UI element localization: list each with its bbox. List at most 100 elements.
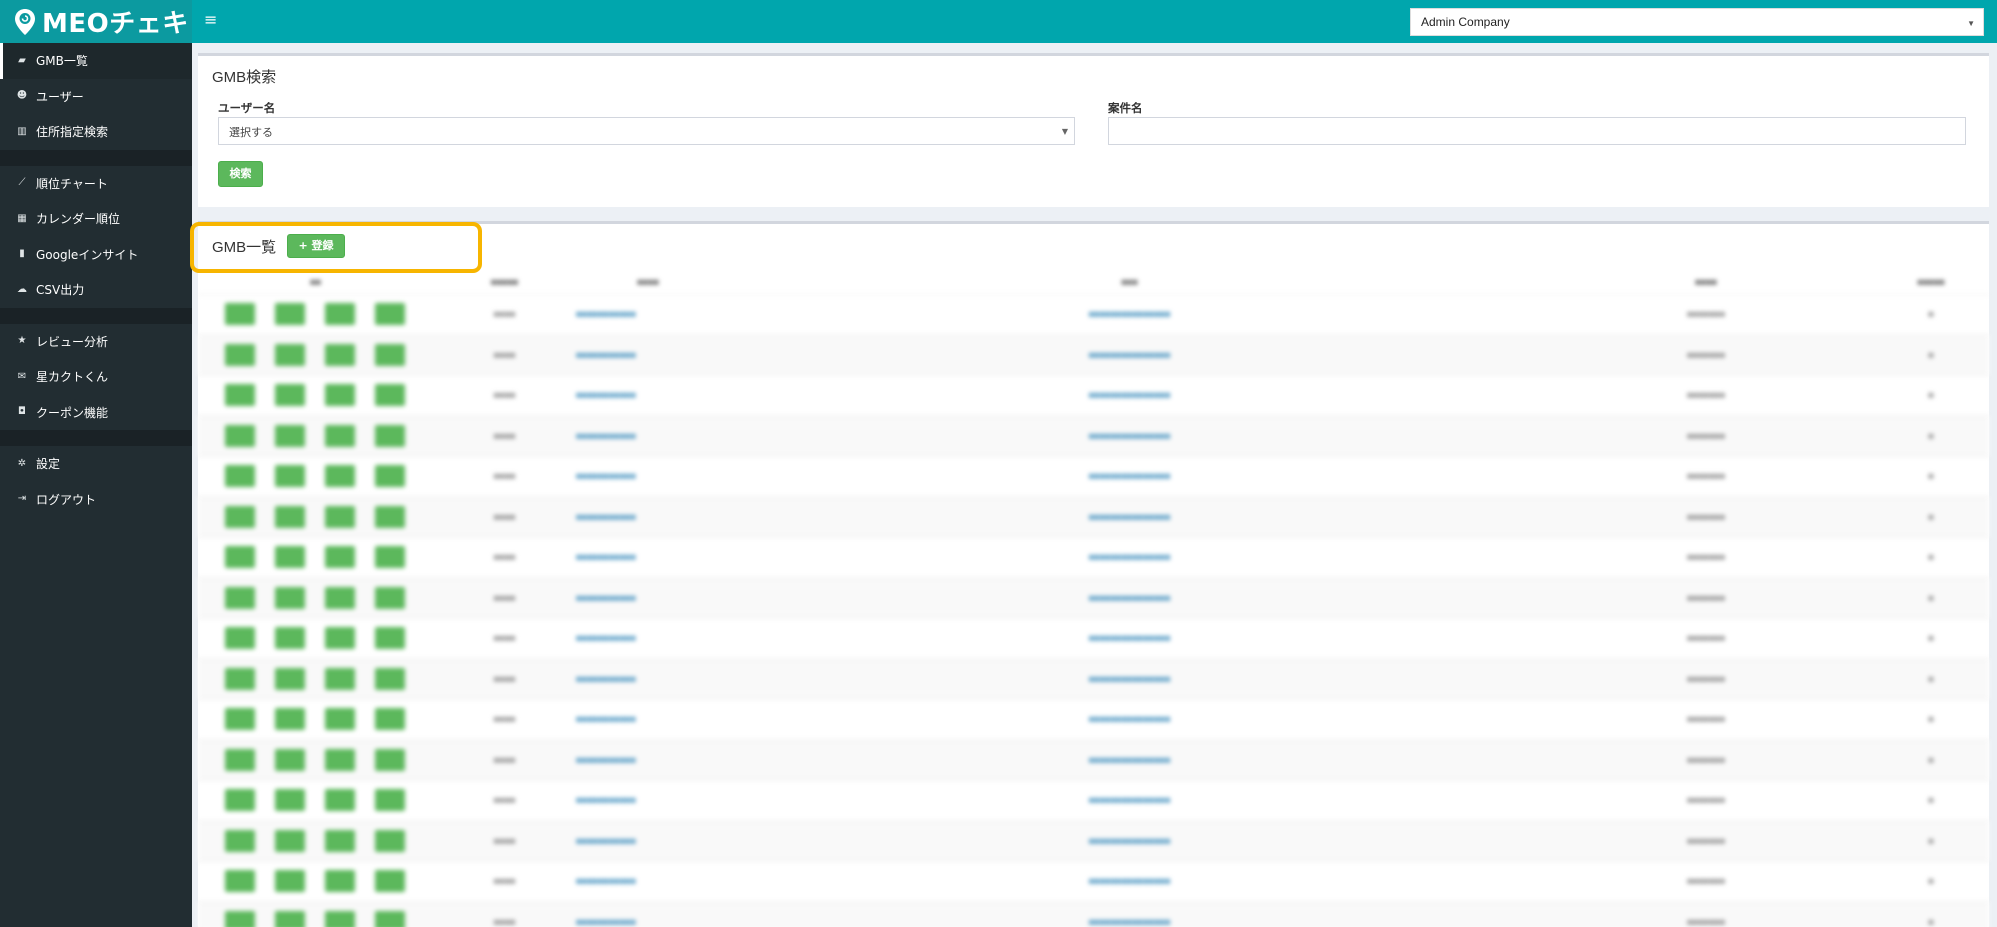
row-action-button[interactable]	[375, 465, 405, 488]
sidebar-item[interactable]: ☻ ユーザー	[0, 79, 192, 115]
row-action-button[interactable]	[225, 829, 255, 852]
row-action-button[interactable]	[375, 384, 405, 407]
row-action-button[interactable]	[225, 870, 255, 893]
table-header-row: ■■ ■■■■■ ■■■■ ■■■ ■■■■ ■■■■■	[198, 270, 1989, 295]
row-action-button[interactable]	[325, 546, 355, 569]
row-action-button[interactable]	[225, 789, 255, 812]
row-action-button[interactable]	[275, 303, 305, 326]
table-row[interactable]: ■■■■ ■■■■■■■■■■■ ■■■■■■■■■■■■■■■ ■■■■■■■ ■	[198, 698, 1989, 740]
row-action-button[interactable]	[225, 708, 255, 731]
row-action-button[interactable]	[325, 505, 355, 528]
sidebar-item[interactable]: ☁ CSV出力	[0, 272, 192, 308]
table-row[interactable]: ■■■■ ■■■■■■■■■■■ ■■■■■■■■■■■■■■■ ■■■■■■■ ■	[198, 536, 1989, 578]
sidebar-item[interactable]: ▥ 住所指定検索	[0, 114, 192, 150]
row-action-button[interactable]	[375, 870, 405, 893]
row-action-button[interactable]	[325, 627, 355, 650]
row-action-button[interactable]	[225, 384, 255, 407]
sidebar-toggle-icon[interactable]: ≡	[204, 12, 220, 28]
row-action-button[interactable]	[325, 343, 355, 366]
row-action-button[interactable]	[225, 343, 255, 366]
row-action-button[interactable]	[325, 465, 355, 488]
row-action-button[interactable]	[325, 586, 355, 609]
row-action-button[interactable]	[325, 911, 355, 927]
table-row[interactable]: ■■■■ ■■■■■■■■■■■ ■■■■■■■■■■■■■■■ ■■■■■■■ ■	[198, 496, 1989, 537]
table-row[interactable]: ■■■■ ■■■■■■■■■■■ ■■■■■■■■■■■■■■■ ■■■■■■■ ■	[198, 901, 1989, 927]
row-action-button[interactable]	[275, 911, 305, 927]
table-row[interactable]: ■■■■ ■■■■■■■■■■■ ■■■■■■■■■■■■■■■ ■■■■■■■ ■	[198, 374, 1989, 416]
row-action-button[interactable]	[275, 465, 305, 488]
row-action-button[interactable]	[275, 384, 305, 407]
sidebar-item[interactable]: ⇥ ログアウト	[0, 482, 192, 518]
sidebar-item[interactable]: ✲ 設定	[0, 446, 192, 482]
row-action-button[interactable]	[325, 789, 355, 812]
row-action-button[interactable]	[325, 384, 355, 407]
app-logo[interactable]: MEOチェキ	[0, 0, 192, 43]
row-action-button[interactable]	[325, 708, 355, 731]
row-action-button[interactable]	[325, 748, 355, 771]
row-action-button[interactable]	[375, 789, 405, 812]
table-row[interactable]: ■■■■ ■■■■■■■■■■■ ■■■■■■■■■■■■■■■ ■■■■■■■ ■	[198, 415, 1989, 456]
row-action-button[interactable]	[275, 505, 305, 528]
table-row[interactable]: ■■■■ ■■■■■■■■■■■ ■■■■■■■■■■■■■■■ ■■■■■■■ ■	[198, 739, 1989, 780]
row-action-button[interactable]	[325, 303, 355, 326]
row-action-button[interactable]	[325, 424, 355, 447]
sidebar-item[interactable]: ▮ Googleインサイト	[0, 237, 192, 273]
row-action-button[interactable]	[375, 343, 405, 366]
row-action-button[interactable]	[225, 465, 255, 488]
row-action-button[interactable]	[375, 627, 405, 650]
row-action-button[interactable]	[275, 708, 305, 731]
company-select[interactable]: Admin Company ▼	[1410, 8, 1984, 36]
row-action-button[interactable]	[225, 627, 255, 650]
row-action-button[interactable]	[225, 748, 255, 771]
table-row[interactable]: ■■■■ ■■■■■■■■■■■ ■■■■■■■■■■■■■■■ ■■■■■■■ ■	[198, 860, 1989, 902]
row-action-button[interactable]	[225, 667, 255, 690]
table-row[interactable]: ■■■■ ■■■■■■■■■■■ ■■■■■■■■■■■■■■■ ■■■■■■■ ■	[198, 577, 1989, 618]
sidebar-item[interactable]: ⟋ 順位チャート	[0, 166, 192, 202]
row-action-button[interactable]	[225, 303, 255, 326]
row-action-button[interactable]	[275, 627, 305, 650]
table-row[interactable]: ■■■■ ■■■■■■■■■■■ ■■■■■■■■■■■■■■■ ■■■■■■■ ■	[198, 820, 1989, 861]
row-action-button[interactable]	[325, 667, 355, 690]
row-action-button[interactable]	[375, 829, 405, 852]
row-action-button[interactable]	[225, 546, 255, 569]
user-name-select[interactable]: 選択する ▼	[218, 117, 1075, 145]
row-action-button[interactable]	[275, 343, 305, 366]
row-action-button[interactable]	[225, 505, 255, 528]
row-action-button[interactable]	[375, 911, 405, 927]
table-row[interactable]: ■■■■ ■■■■■■■■■■■ ■■■■■■■■■■■■■■■ ■■■■■■■ ■	[198, 293, 1989, 335]
sidebar-item[interactable]: ▦ カレンダー順位	[0, 201, 192, 237]
row-action-button[interactable]	[375, 505, 405, 528]
row-action-button[interactable]	[275, 789, 305, 812]
row-action-button[interactable]	[375, 546, 405, 569]
sidebar-item[interactable]: ✉ 星カクトくん	[0, 359, 192, 395]
row-action-button[interactable]	[275, 546, 305, 569]
row-action-button[interactable]	[225, 911, 255, 927]
row-action-button[interactable]	[225, 586, 255, 609]
search-button[interactable]: 検索	[218, 161, 263, 187]
sidebar-item[interactable]: ◘ クーポン機能	[0, 395, 192, 431]
sidebar-item[interactable]: ★ レビュー分析	[0, 324, 192, 360]
row-action-button[interactable]	[375, 586, 405, 609]
row-action-button[interactable]	[375, 303, 405, 326]
row-action-button[interactable]	[275, 829, 305, 852]
row-action-button[interactable]	[375, 424, 405, 447]
row-action-button[interactable]	[225, 424, 255, 447]
table-row[interactable]: ■■■■ ■■■■■■■■■■■ ■■■■■■■■■■■■■■■ ■■■■■■■ ■	[198, 334, 1989, 375]
row-action-button[interactable]	[325, 829, 355, 852]
table-row[interactable]: ■■■■ ■■■■■■■■■■■ ■■■■■■■■■■■■■■■ ■■■■■■■ ■	[198, 779, 1989, 821]
row-action-button[interactable]	[275, 748, 305, 771]
project-name-input[interactable]	[1108, 117, 1966, 145]
row-action-button[interactable]	[325, 870, 355, 893]
table-row[interactable]: ■■■■ ■■■■■■■■■■■ ■■■■■■■■■■■■■■■ ■■■■■■■ ■	[198, 617, 1989, 659]
table-cell: ■■■■	[433, 496, 576, 537]
sidebar-item[interactable]: ▰ GMB一覧	[0, 43, 192, 79]
row-action-button[interactable]	[275, 667, 305, 690]
row-action-button[interactable]	[375, 708, 405, 731]
row-action-button[interactable]	[375, 667, 405, 690]
table-row[interactable]: ■■■■ ■■■■■■■■■■■ ■■■■■■■■■■■■■■■ ■■■■■■■ ■	[198, 455, 1989, 497]
row-action-button[interactable]	[375, 748, 405, 771]
row-action-button[interactable]	[275, 870, 305, 893]
row-action-button[interactable]	[275, 586, 305, 609]
row-action-button[interactable]	[275, 424, 305, 447]
table-row[interactable]: ■■■■ ■■■■■■■■■■■ ■■■■■■■■■■■■■■■ ■■■■■■■ ■	[198, 658, 1989, 699]
